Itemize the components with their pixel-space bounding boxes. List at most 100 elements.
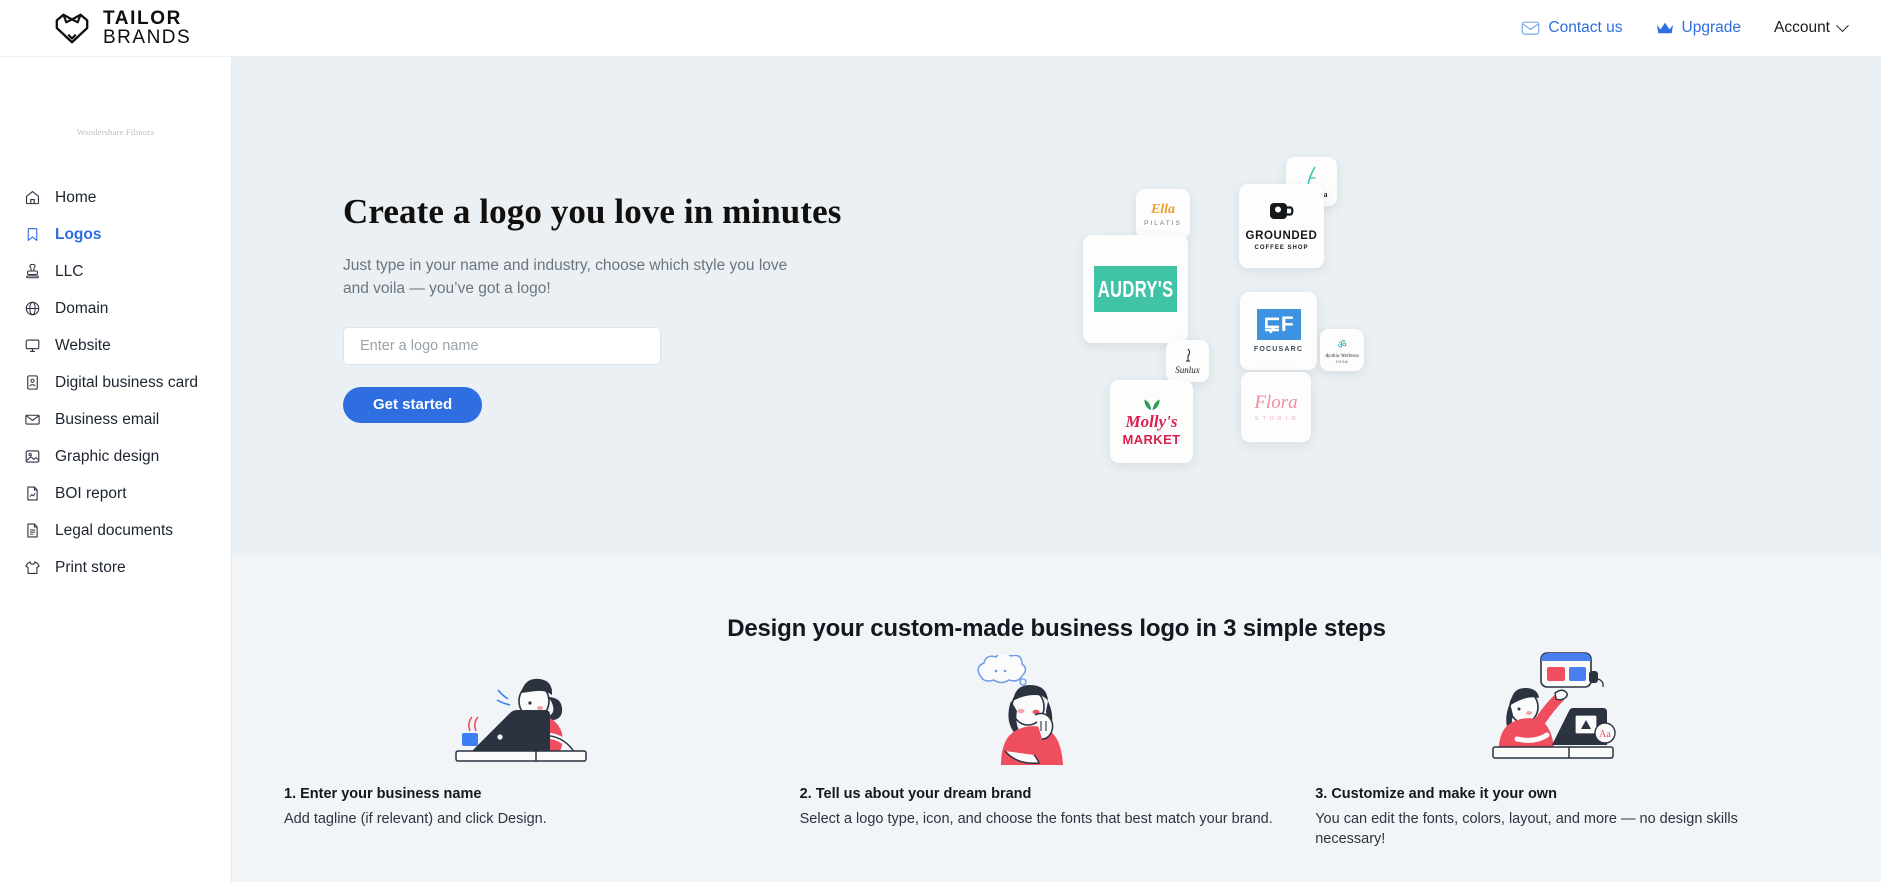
sidebar-item-llc[interactable]: LLC	[0, 253, 231, 290]
main-content: Create a logo you love in minutes Just t…	[232, 57, 1881, 882]
bookmark-icon	[27, 228, 38, 242]
brand-logo[interactable]: TAILOR BRANDS	[53, 7, 192, 48]
header-actions: Contact us Upgrade Account	[1521, 18, 1849, 37]
steps-section: Design your custom-made business logo in…	[232, 556, 1881, 882]
sidebar-item-print-store[interactable]: Print store	[0, 549, 231, 586]
monitor-icon	[25, 339, 40, 353]
step-description: Add tagline (if relevant) and click Desi…	[284, 811, 547, 827]
logo-card-grounded[interactable]: GROUNDED COFFEE SHOP	[1239, 184, 1324, 268]
logo-card-subtitle: COFFEE SHOP	[1254, 245, 1309, 251]
sidebar-item-legal-documents[interactable]: Legal documents	[0, 512, 231, 549]
logo-card-mollys-market[interactable]: Molly's MARKET	[1110, 380, 1193, 463]
step-description: Select a logo type, icon, and choose the…	[799, 811, 1273, 827]
svg-text:Aa: Aa	[1599, 729, 1611, 740]
logo-mark: ⋤F	[1263, 313, 1294, 336]
sidebar-item-logos[interactable]: Logos	[0, 216, 231, 253]
mail-icon	[1522, 21, 1540, 35]
logo-samples-collage: Ella PILATIS Andrea GROUNDED COFFEE SHOP	[1083, 97, 1432, 497]
sidebar-item-boi-report[interactable]: BOI report	[0, 475, 231, 512]
sidebar-item-business-email[interactable]: Business email	[0, 401, 231, 438]
hero-copy: Create a logo you love in minutes Just t…	[343, 192, 863, 423]
step-title: 1. Enter your business name	[284, 786, 482, 802]
brand-name-line2: BRANDS	[103, 27, 192, 48]
logo-card-title: Ayahia Wellness	[1325, 352, 1359, 359]
sidebar-item-website[interactable]: Website	[0, 327, 231, 364]
sidebar-item-home[interactable]: Home	[0, 179, 231, 216]
hero-subtext-line2: and voila — you’ve got a logo!	[343, 280, 551, 297]
woman-thinking-illustration	[800, 655, 1278, 767]
sidebar-item-label: Legal documents	[55, 521, 174, 539]
sidebar-item-label: Graphic design	[55, 447, 160, 465]
hero-subtext-line1: Just type in your name and industry, cho…	[343, 257, 788, 274]
stamp-icon	[26, 263, 39, 279]
top-header: TAILOR BRANDS Contact us Upgrade Account	[0, 0, 1881, 57]
page-title: Create a logo you love in minutes	[343, 192, 842, 231]
upgrade-label: Upgrade	[1681, 19, 1741, 36]
step-description: You can edit the fonts, colors, layout, …	[1315, 811, 1738, 847]
hero-section: Create a logo you love in minutes Just t…	[232, 57, 1881, 556]
wine-glass-icon	[1185, 348, 1190, 361]
logo-card-audrys[interactable]: AUDRY'S	[1083, 235, 1188, 343]
logo-card-ella-pilatis[interactable]: Ella PILATIS	[1136, 189, 1190, 239]
upgrade-link[interactable]: Upgrade	[1656, 19, 1741, 37]
logo-card-focusarc[interactable]: ⋤F FOCUSARC	[1240, 292, 1317, 370]
sidebar-item-digital-business-card[interactable]: Digital business card	[0, 364, 231, 401]
contact-us-label: Contact us	[1548, 19, 1623, 36]
woman-at-laptop-illustration	[284, 655, 762, 767]
sidebar-item-label: LLC	[55, 262, 84, 280]
logo-card-flora-studio[interactable]: Flora S T U D I O	[1241, 372, 1311, 442]
steps-heading: Design your custom-made business logo in…	[727, 615, 1386, 642]
logo-card-badge: ⋤F	[1256, 309, 1301, 340]
logo-card-badge: AUDRY'S	[1094, 266, 1177, 312]
logo-card-sunlux[interactable]: Sunlux	[1166, 340, 1209, 382]
woman-customizing-illustration: Aa	[1315, 652, 1793, 767]
sidebar-item-label: Digital business card	[55, 373, 199, 391]
crown-icon	[1656, 22, 1673, 34]
steps-row: 1. Enter your business name Add tagline …	[232, 652, 1881, 849]
step-title: 2. Tell us about your dream brand	[799, 786, 1032, 802]
om-symbol-icon: ॐ	[1337, 339, 1347, 351]
sidebar-item-label: Business email	[55, 410, 160, 428]
chevron-down-icon	[1836, 18, 1849, 32]
sidebar: Wondershare Filmora Home Logos LLC Domai…	[0, 57, 232, 882]
logo-card-title: Ella	[1150, 201, 1176, 217]
sidebar-nav: Home Logos LLC Domain Website Digital bu…	[0, 179, 231, 586]
sidebar-item-label: Website	[55, 336, 111, 354]
sidebar-item-domain[interactable]: Domain	[0, 290, 231, 327]
logo-card-subtitle: S T U D I O	[1254, 416, 1298, 422]
step-card-1: 1. Enter your business name Add tagline …	[284, 655, 800, 849]
brand-name-line1: TAILOR	[103, 7, 182, 29]
logo-card-subtitle: MARKET	[1122, 431, 1181, 447]
filmora-watermark: Wondershare Filmora	[76, 127, 155, 137]
coffee-mug-icon	[1269, 203, 1293, 219]
home-icon	[25, 190, 40, 205]
sidebar-item-label: Print store	[55, 558, 126, 576]
logo-name-input[interactable]	[343, 327, 661, 365]
sidebar-item-graphic-design[interactable]: Graphic design	[0, 438, 231, 475]
tshirt-icon	[25, 561, 40, 575]
logo-card-title: FOCUSARC	[1253, 346, 1304, 353]
envelope-icon	[25, 414, 40, 425]
leaves-icon	[1143, 399, 1160, 410]
image-icon	[25, 450, 40, 463]
tailor-brands-shield-icon	[55, 13, 89, 44]
id-card-icon	[27, 375, 38, 390]
document-text-icon	[27, 523, 38, 538]
step-card-2: 2. Tell us about your dream brand Select…	[800, 655, 1316, 849]
account-menu[interactable]: Account	[1773, 18, 1849, 37]
sidebar-item-label: BOI report	[55, 484, 127, 502]
logo-card-ayahia-wellness[interactable]: ॐ Ayahia Wellness YOGA	[1320, 329, 1364, 371]
logo-card-title: Flora	[1254, 392, 1298, 413]
contact-us-link[interactable]: Contact us	[1521, 19, 1623, 37]
logo-card-title: GROUNDED	[1245, 230, 1318, 242]
sidebar-item-label: Logos	[55, 225, 102, 243]
logo-card-title: Molly's	[1125, 411, 1178, 431]
sidebar-item-label: Domain	[55, 299, 109, 317]
account-label: Account	[1773, 19, 1830, 36]
step-title: 3. Customize and make it your own	[1315, 786, 1557, 802]
logo-card-subtitle: PILATIS	[1144, 219, 1182, 227]
logo-card-subtitle: YOGA	[1335, 359, 1349, 364]
globe-icon	[25, 301, 40, 316]
get-started-button[interactable]: Get started	[343, 387, 483, 423]
step-card-3: Aa 3. Customize and make it your own You…	[1315, 652, 1831, 849]
